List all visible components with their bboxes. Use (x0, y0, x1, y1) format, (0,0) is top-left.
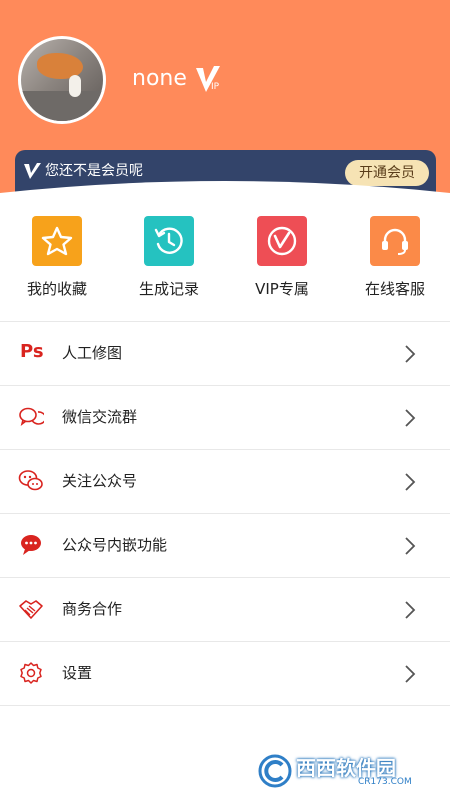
quick-actions: 我的收藏 生成记录 VIP专属 在线客服 (0, 216, 450, 320)
watermark-logo-icon (258, 754, 292, 788)
chevron-right-icon (405, 537, 416, 555)
wechat-icon (18, 470, 43, 491)
menu-item-label: 商务合作 (62, 600, 123, 618)
watermark: 西西软件园 CR173.COM (258, 752, 438, 792)
menu-item-settings[interactable]: 设置 (0, 642, 450, 706)
chevron-right-icon (405, 345, 416, 363)
menu-item-wechat-group[interactable]: 微信交流群 (0, 386, 450, 450)
chat-bubbles-icon (19, 407, 44, 426)
avatar[interactable] (18, 36, 106, 124)
menu-item-embedded-features[interactable]: 公众号内嵌功能 (0, 514, 450, 578)
vip-icon (257, 216, 307, 266)
menu-item-business[interactable]: 商务合作 (0, 578, 450, 642)
header-wave (0, 181, 450, 217)
history-icon (144, 216, 194, 266)
handshake-icon (19, 600, 43, 619)
avatar-blanket (21, 91, 103, 121)
quick-action-history[interactable]: 生成记录 (114, 216, 224, 316)
quick-action-label: 我的收藏 (26, 280, 87, 298)
svg-text:IP: IP (211, 82, 220, 92)
vip-badge-icon: IP (196, 66, 220, 92)
chevron-right-icon (405, 473, 416, 491)
headset-icon (370, 216, 420, 266)
menu-item-label: 人工修图 (62, 344, 123, 362)
avatar-cat-paw (69, 75, 81, 97)
quick-action-support[interactable]: 在线客服 (340, 216, 450, 316)
chevron-right-icon (405, 409, 416, 427)
quick-action-label: 在线客服 (364, 280, 425, 298)
username: none (132, 66, 187, 91)
gear-icon (20, 662, 42, 684)
quick-action-label: 生成记录 (138, 280, 199, 298)
ps-icon: Ps (20, 341, 44, 362)
quick-action-favorites[interactable]: 我的收藏 (2, 216, 112, 316)
star-icon (32, 216, 82, 266)
menu-item-label: 设置 (62, 664, 93, 682)
menu-item-label: 微信交流群 (62, 408, 138, 426)
menu-item-photo-retouch[interactable]: Ps 人工修图 (0, 322, 450, 386)
menu-item-label: 公众号内嵌功能 (62, 536, 168, 554)
chevron-right-icon (405, 665, 416, 683)
quick-action-label: VIP专属 (255, 280, 309, 298)
message-icon (21, 535, 41, 555)
menu-item-follow-account[interactable]: 关注公众号 (0, 450, 450, 514)
chevron-right-icon (405, 601, 416, 619)
settings-menu: Ps 人工修图 微信交流群 关注公众号 公众号内嵌功能 商务合作 设置 (0, 322, 450, 706)
watermark-url: CR173.COM (358, 777, 412, 787)
menu-item-label: 关注公众号 (62, 472, 138, 490)
quick-action-vip[interactable]: VIP专属 (227, 216, 337, 316)
